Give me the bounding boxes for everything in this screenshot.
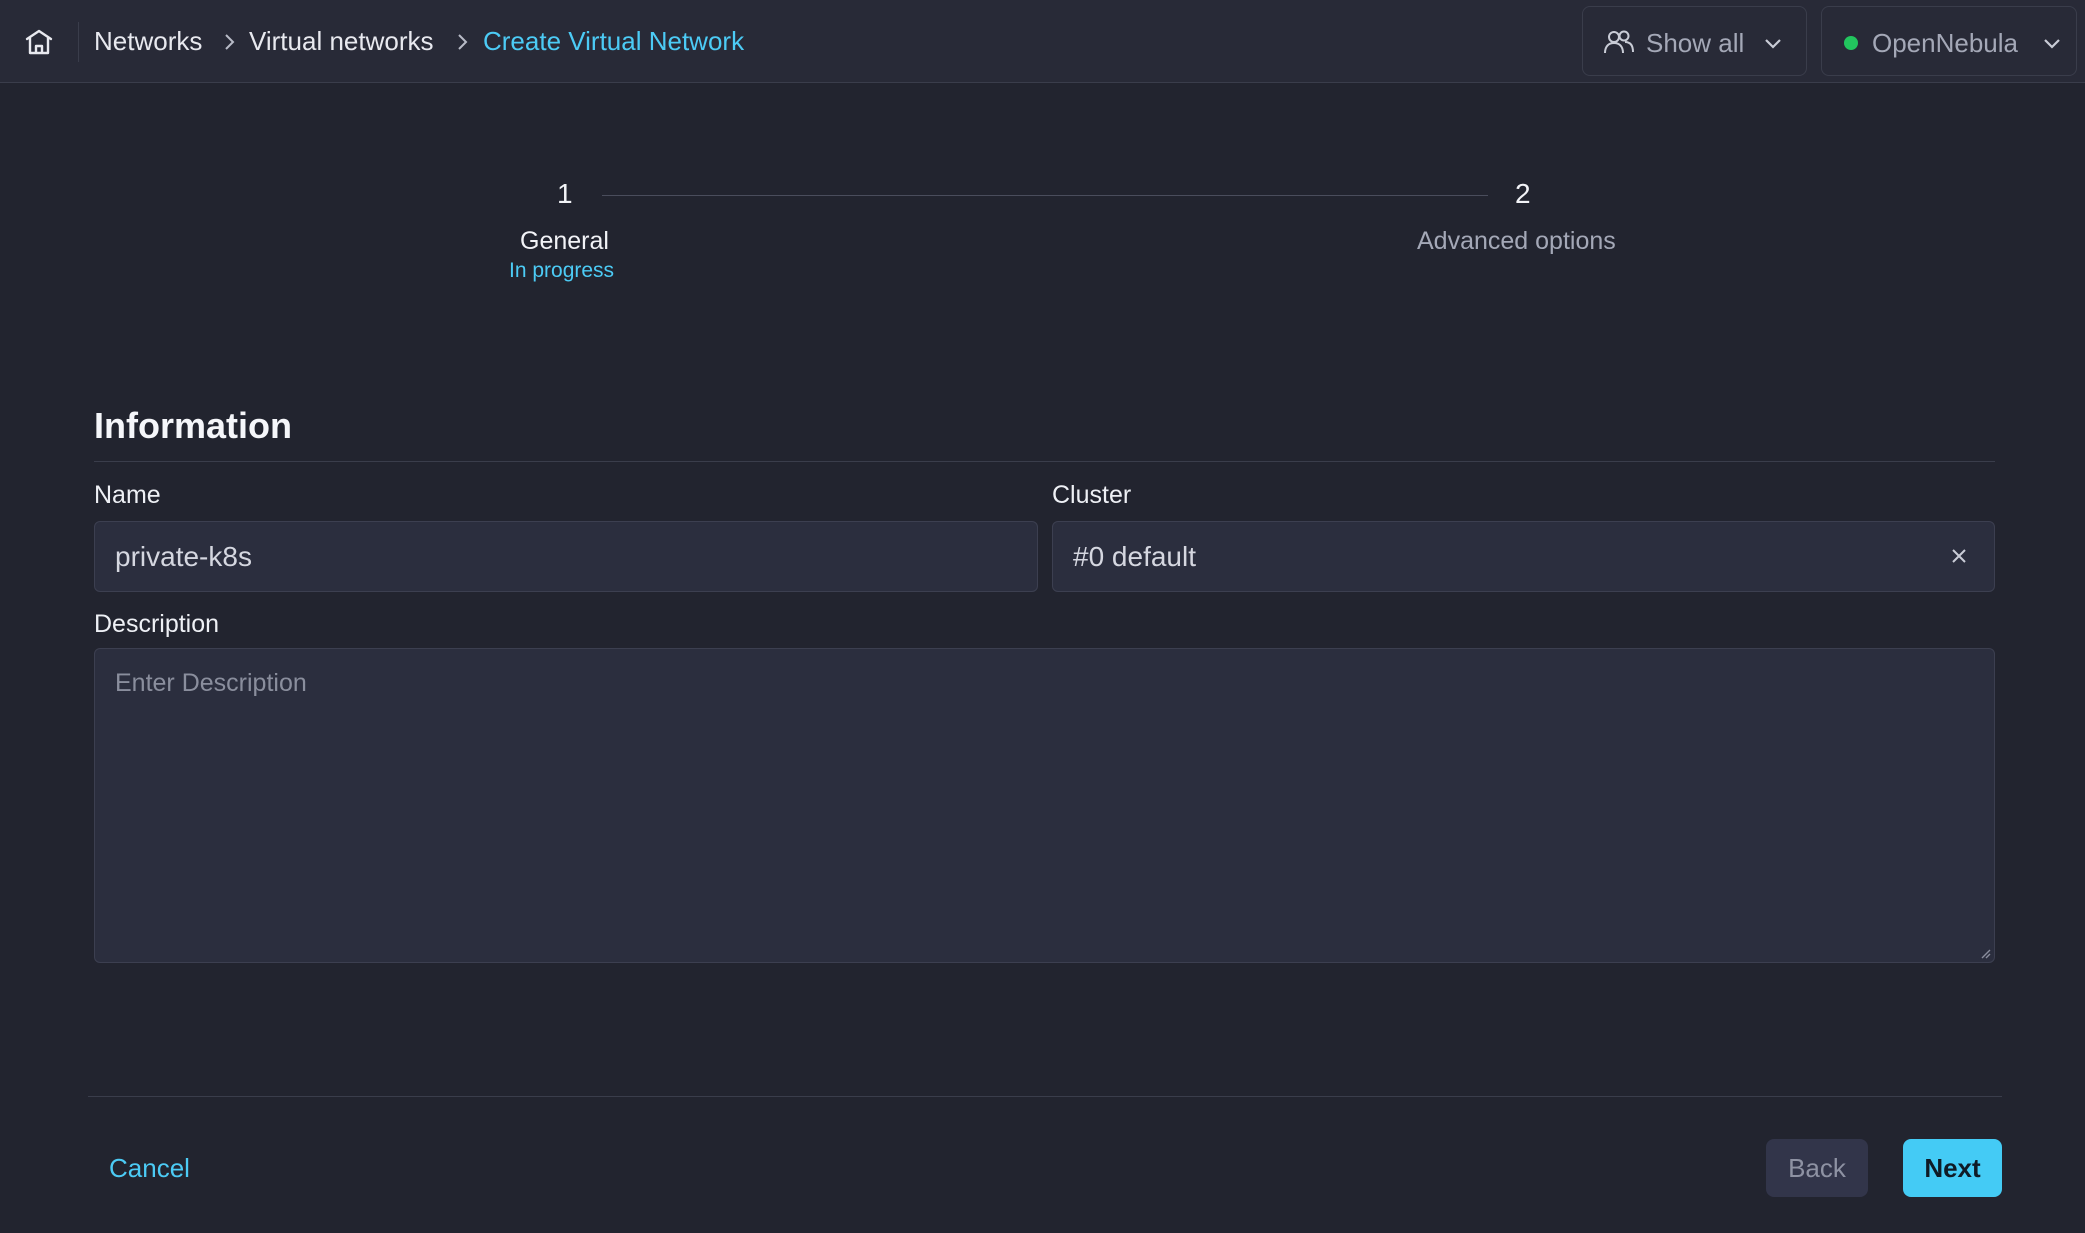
description-textarea[interactable] (95, 649, 1994, 962)
footer-divider (88, 1096, 2002, 1097)
cluster-input[interactable] (1053, 522, 1994, 591)
zone-status-dot (1844, 36, 1858, 50)
next-button[interactable]: Next (1903, 1139, 2002, 1197)
zone-selector-dropdown[interactable]: OpenNebula (1821, 6, 2077, 76)
description-label: Description (94, 610, 220, 638)
back-button[interactable]: Back (1766, 1139, 1868, 1197)
name-field-wrapper (94, 521, 1038, 592)
step-number: 2 (1515, 178, 1531, 209)
description-field-wrapper (94, 648, 1995, 963)
breadcrumb-divider (78, 22, 79, 62)
clear-icon[interactable] (1950, 547, 1968, 565)
step-title: General (520, 227, 609, 255)
group-filter-dropdown[interactable]: Show all (1582, 6, 1807, 76)
stepper-connector (602, 195, 1488, 196)
section-title: Information (94, 405, 292, 446)
step-title: Advanced options (1417, 227, 1616, 255)
step-status: In progress (509, 259, 615, 282)
resize-handle-icon[interactable] (1979, 947, 1991, 959)
home-icon[interactable] (24, 28, 54, 56)
zone-label: OpenNebula (1872, 28, 2018, 58)
top-bar: Networks Virtual networks Create Virtual… (0, 0, 2085, 83)
cluster-select[interactable] (1052, 521, 1995, 592)
step-number: 1 (557, 178, 573, 209)
breadcrumb-current: Create Virtual Network (483, 26, 745, 56)
section-divider (94, 461, 1995, 462)
cancel-button[interactable]: Cancel (109, 1153, 190, 1184)
users-icon (1604, 30, 1634, 54)
chevron-down-icon (2044, 39, 2060, 49)
chevron-right-icon (225, 34, 235, 50)
chevron-down-icon (1765, 39, 1781, 49)
chevron-right-icon (458, 34, 468, 50)
name-label: Name (94, 481, 161, 509)
name-input[interactable] (95, 522, 1037, 591)
cluster-label: Cluster (1052, 481, 1132, 509)
group-filter-label: Show all (1646, 28, 1745, 58)
breadcrumb-virtual-networks[interactable]: Virtual networks (249, 26, 434, 57)
breadcrumb-networks[interactable]: Networks (94, 26, 202, 57)
